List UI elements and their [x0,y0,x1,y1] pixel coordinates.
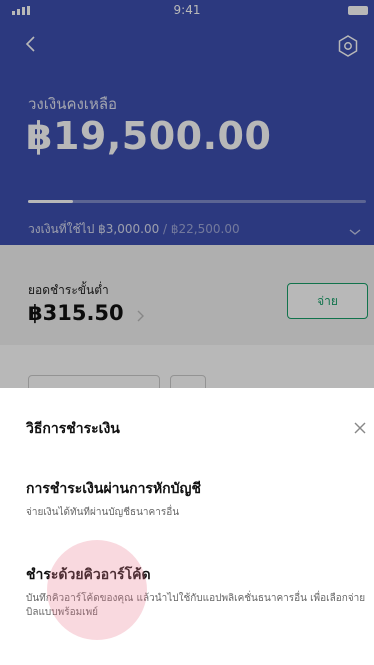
close-button[interactable] [350,418,370,438]
payment-option-qr-code[interactable]: ชำระด้วยคิวอาร์โค้ด บันทึกคิวอาร์โค้ดของ… [0,556,374,634]
payment-option-direct-debit[interactable]: การชำระเงินผ่านการหักบัญชี จ่ายเงินได้ทั… [0,470,374,548]
option-title: การชำระเงินผ่านการหักบัญชี [26,481,201,497]
payment-method-sheet: วิธีการชำระเงิน การชำระเงินผ่านการหักบัญ… [0,388,374,665]
option-subtitle: จ่ายเงินได้ทันทีผ่านบัญชีธนาคารอื่น [26,507,180,518]
close-icon [354,422,366,434]
option-title: ชำระด้วยคิวอาร์โค้ด [26,567,151,583]
sheet-title: วิธีการชำระเงิน [26,421,120,437]
option-subtitle: บันทึกคิวอาร์โค้ดของคุณ แล้วนำไปใช้กับแอ… [26,593,366,618]
